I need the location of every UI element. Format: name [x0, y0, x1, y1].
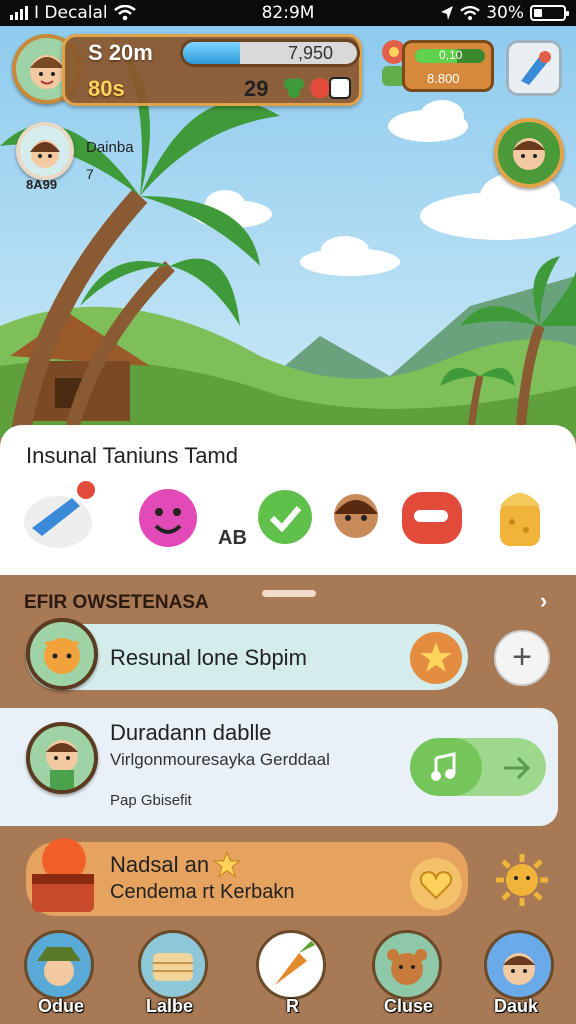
list-item-subtitle: Cendema rt Kerbakn	[110, 881, 295, 903]
list-item-subtitle: Virlgonmouresayka Gerddaal	[110, 750, 330, 769]
xp-value: 7,950	[287, 43, 333, 63]
xp-progress-bar: 7,950	[180, 39, 360, 67]
quest-avatar[interactable]	[494, 118, 564, 188]
bear-avatar-icon	[387, 949, 427, 985]
fox-avatar	[26, 618, 98, 690]
card-tag: AB	[218, 527, 247, 549]
list-item-label: Resunal lone Sbpim	[110, 645, 307, 670]
list-item-title: Nadsal an	[110, 852, 210, 877]
score-label: S 20m	[88, 40, 153, 65]
nav-label: Lalbe	[146, 996, 194, 1016]
kid-avatar	[26, 722, 98, 794]
check-icon[interactable]	[256, 488, 314, 546]
red-machine-icon[interactable]	[400, 486, 470, 550]
arrow-icon	[504, 756, 531, 780]
carrier-label: I Decalal	[34, 3, 108, 23]
nav-label: Cluse	[384, 996, 434, 1016]
map-button[interactable]	[506, 40, 562, 96]
clover-icon	[284, 78, 304, 98]
battery-icon	[530, 5, 569, 21]
rocket-tool-icon[interactable]	[16, 478, 96, 550]
boy-face-icon	[513, 138, 545, 170]
chevron-right-icon[interactable]: ›	[540, 588, 547, 614]
friend-avatar[interactable]	[16, 122, 74, 180]
nav-boy[interactable]	[484, 930, 554, 1000]
face-avatar-icon[interactable]	[330, 486, 382, 550]
music-note-icon	[431, 752, 456, 781]
smiley-icon[interactable]	[136, 486, 200, 550]
list-item-footer: Pap Gbisefit	[110, 792, 192, 809]
treasure-chest-icon	[32, 838, 94, 912]
bread-icon	[153, 953, 193, 981]
list-item-title: Duradann dablle	[110, 720, 272, 745]
wifi-icon-right	[460, 5, 481, 20]
music-toggle[interactable]	[410, 738, 546, 796]
nav-bread[interactable]	[138, 930, 208, 1000]
fox-face-icon	[44, 638, 80, 674]
star-button[interactable]	[410, 632, 462, 684]
kid-face-icon	[46, 740, 78, 790]
resource-panel[interactable]: 0,10 8.800	[402, 40, 494, 92]
nav-bear[interactable]	[372, 930, 442, 1000]
gem-count: 29	[244, 76, 269, 101]
nav-label: R	[286, 996, 299, 1016]
girl-face-icon	[30, 140, 60, 168]
nav-label: Odue	[38, 996, 85, 1016]
player-level: 7	[86, 166, 94, 182]
honey-jar-icon[interactable]	[494, 482, 546, 550]
farmer-avatar-icon	[37, 947, 81, 986]
boy-avatar-icon	[503, 953, 535, 985]
heart-icon	[419, 870, 453, 900]
battery-percent: 30%	[486, 3, 524, 23]
gift-icon[interactable]	[308, 74, 352, 102]
sheet-handle[interactable]	[262, 590, 316, 597]
star-icon	[212, 850, 242, 878]
signal-icon	[10, 6, 28, 20]
player-coins: 8A99	[26, 177, 58, 192]
nav-label: Dauk	[494, 996, 539, 1016]
rocket-icon	[521, 51, 551, 85]
add-button[interactable]: +	[494, 630, 550, 686]
wifi-icon	[113, 5, 136, 21]
player-name: Dainba	[86, 139, 134, 156]
timer-label: 80s	[88, 76, 125, 101]
sheet-title: EFIR OWSETENASA	[24, 592, 209, 613]
location-icon	[441, 6, 454, 20]
nav-carrot[interactable]	[256, 930, 326, 1000]
favorite-button[interactable]	[410, 858, 462, 910]
resource-value-top: 0,10	[439, 48, 463, 62]
carrot-icon	[275, 941, 315, 985]
sun-icon[interactable]	[494, 852, 550, 908]
resource-value-bottom: 8.800	[427, 71, 460, 86]
nav-farmer[interactable]	[24, 930, 94, 1000]
star-icon	[420, 642, 452, 672]
tools-card-title: Insunal Taniuns Tamd	[26, 443, 238, 468]
status-bar: I Decalal 82:9M 30%	[0, 0, 576, 26]
